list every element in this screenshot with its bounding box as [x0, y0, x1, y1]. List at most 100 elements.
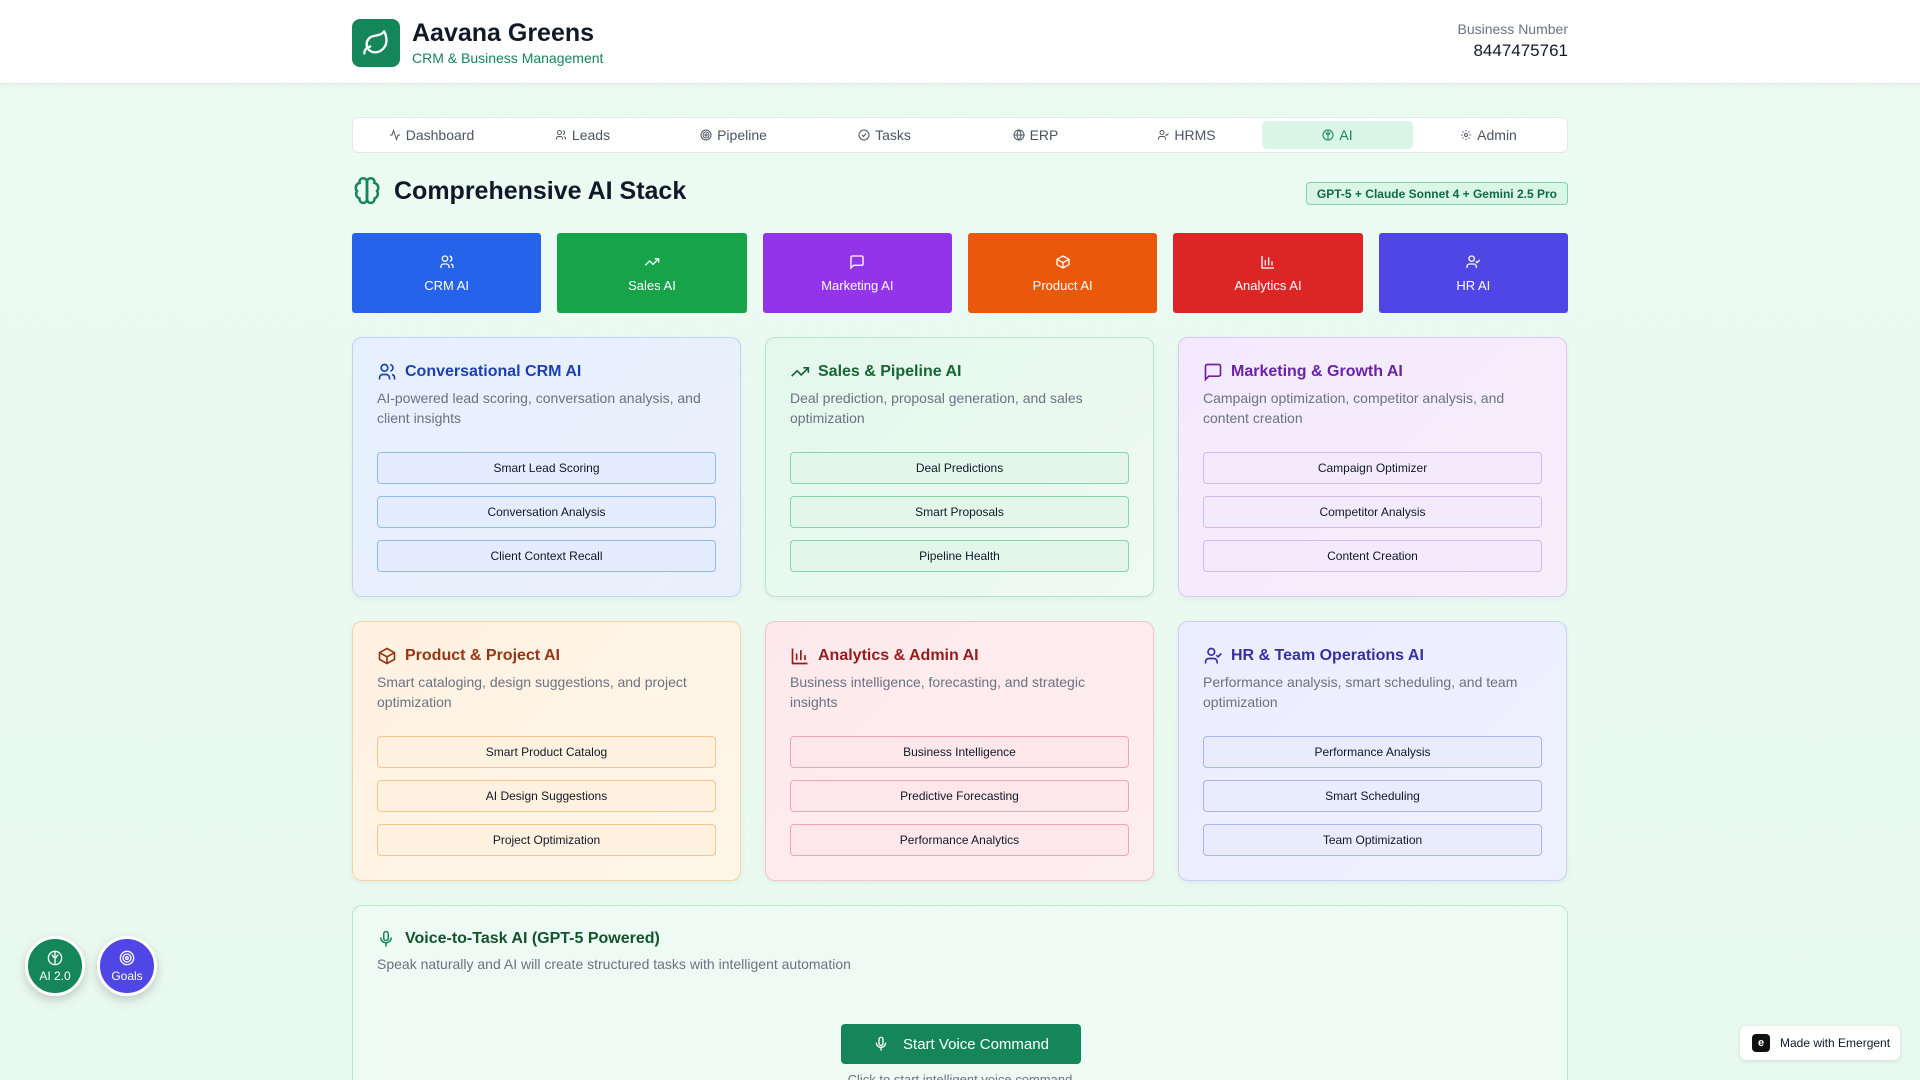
package-icon — [1055, 254, 1070, 269]
deal-predictions-button[interactable]: Deal Predictions — [790, 452, 1129, 484]
tab-dashboard[interactable]: Dashboard — [356, 121, 507, 149]
voice-title: Voice-to-Task AI (GPT-5 Powered) — [405, 930, 660, 947]
section-heading: Comprehensive AI Stack — [352, 176, 686, 206]
brand[interactable]: Aavana Greens CRM & Business Management — [352, 18, 603, 68]
page-title: Comprehensive AI Stack — [394, 176, 687, 205]
message-icon — [850, 254, 864, 270]
tile-label: Sales AI — [628, 277, 676, 293]
tab-label: Pipeline — [717, 127, 767, 143]
gear-icon — [1461, 130, 1472, 140]
tile-hr-ai[interactable]: HR AI — [1378, 233, 1568, 313]
made-with-emergent-badge[interactable]: e Made with Emergent — [1740, 1026, 1900, 1060]
tile-crm-ai[interactable]: CRM AI — [352, 233, 542, 313]
tab-leads[interactable]: Leads — [507, 121, 658, 149]
business-intelligence-button[interactable]: Business Intelligence — [790, 736, 1129, 768]
tab-label: Dashboard — [405, 127, 475, 143]
card-description: Performance analysis, smart scheduling, … — [1203, 674, 1518, 710]
tile-sales-ai[interactable]: Sales AI — [557, 233, 747, 313]
card-description: Campaign optimization, competitor analys… — [1203, 390, 1505, 426]
card-product-ai: Product & Project AI Smart cataloging, d… — [352, 621, 741, 881]
tile-marketing-ai[interactable]: Marketing AI — [762, 233, 952, 313]
card-description: Deal prediction, proposal generation, an… — [790, 390, 1083, 426]
message-icon — [1204, 363, 1222, 382]
tab-label: Admin — [1477, 127, 1517, 143]
voice-description: Speak naturally and AI will create struc… — [377, 956, 851, 972]
model-badge: GPT-5 + Claude Sonnet 4 + Gemini 2.5 Pro — [1305, 182, 1568, 205]
brain-icon — [354, 176, 380, 205]
brand-name: Aavana Greens — [412, 19, 595, 47]
tile-product-ai[interactable]: Product AI — [967, 233, 1158, 313]
smart-lead-scoring-button[interactable]: Smart Lead Scoring — [377, 452, 716, 484]
competitor-analysis-button[interactable]: Competitor Analysis — [1203, 496, 1542, 528]
tab-hrms[interactable]: HRMS — [1111, 121, 1262, 149]
card-title: Conversational CRM AI — [405, 363, 582, 380]
leaf-icon — [352, 19, 400, 67]
brain-icon — [47, 950, 63, 965]
card-title: Analytics & Admin AI — [818, 647, 979, 664]
microphone-icon — [875, 1036, 887, 1051]
user-icon — [1158, 130, 1170, 140]
smart-product-catalog-button[interactable]: Smart Product Catalog — [377, 736, 716, 768]
voice-button-label: Start Voice Command — [903, 1035, 1049, 1053]
made-with-label: Made with Emergent — [1780, 1036, 1891, 1050]
card-description: AI-powered lead scoring, conversation an… — [377, 390, 701, 426]
tab-label: Leads — [571, 127, 611, 143]
users-icon — [378, 363, 396, 380]
bar-chart-icon — [1261, 255, 1274, 269]
campaign-optimizer-button[interactable]: Campaign Optimizer — [1203, 452, 1542, 484]
tile-label: Product AI — [1032, 277, 1093, 293]
business-number-block: Business Number 8447475761 — [1458, 20, 1569, 64]
goals-button[interactable]: Goals — [97, 936, 157, 996]
smart-scheduling-button[interactable]: Smart Scheduling — [1203, 780, 1542, 812]
activity-icon — [389, 129, 400, 141]
performance-analysis-button[interactable]: Performance Analysis — [1203, 736, 1542, 768]
trending-up-icon — [791, 367, 810, 377]
fab-label: AI 2.0 — [39, 968, 71, 983]
card-title: HR & Team Operations AI — [1231, 647, 1424, 664]
tab-label: AI — [1339, 127, 1353, 143]
predictive-forecasting-button[interactable]: Predictive Forecasting — [790, 780, 1129, 812]
card-sales-ai: Sales & Pipeline AI Deal prediction, pro… — [765, 337, 1154, 597]
project-optimization-button[interactable]: Project Optimization — [377, 824, 716, 856]
content-creation-button[interactable]: Content Creation — [1203, 540, 1542, 572]
tab-ai[interactable]: AI — [1262, 121, 1413, 149]
tab-tasks[interactable]: Tasks — [809, 121, 960, 149]
tile-label: Analytics AI — [1234, 277, 1302, 293]
team-optimization-button[interactable]: Team Optimization — [1203, 824, 1542, 856]
performance-analytics-button[interactable]: Performance Analytics — [790, 824, 1129, 856]
card-hr-ai: HR & Team Operations AI Performance anal… — [1178, 621, 1567, 881]
card-title: Marketing & Growth AI — [1231, 363, 1403, 380]
card-analytics-ai: Analytics & Admin AI Business intelligen… — [765, 621, 1154, 881]
tile-analytics-ai[interactable]: Analytics AI — [1173, 233, 1363, 313]
pipeline-health-button[interactable]: Pipeline Health — [790, 540, 1129, 572]
tile-label: CRM AI — [424, 277, 470, 293]
voice-hint: Click to start intelligent voice command — [847, 1072, 1073, 1080]
target-icon — [119, 950, 135, 965]
ai-assistant-button[interactable]: AI 2.0 — [25, 936, 85, 996]
emergent-logo-icon: e — [1752, 1034, 1770, 1052]
package-icon — [378, 647, 396, 665]
tile-label: Marketing AI — [821, 277, 894, 293]
ai-module-cards: Conversational CRM AI AI-powered lead sc… — [352, 337, 1568, 881]
top-header: Aavana Greens CRM & Business Management … — [0, 0, 1920, 84]
conversation-analysis-button[interactable]: Conversation Analysis — [377, 496, 716, 528]
tab-admin[interactable]: Admin — [1413, 121, 1564, 149]
user-check-icon — [1204, 647, 1222, 664]
brand-subtitle: CRM & Business Management — [412, 50, 604, 66]
card-marketing-ai: Marketing & Growth AI Campaign optimizat… — [1178, 337, 1567, 597]
globe-icon — [1013, 129, 1025, 141]
main-nav: Dashboard Leads Pipeline Tasks ERP HRMS … — [352, 117, 1568, 153]
start-voice-command-button[interactable]: Start Voice Command — [841, 1024, 1081, 1064]
tab-label: HRMS — [1174, 127, 1216, 143]
target-icon — [700, 129, 712, 141]
smart-proposals-button[interactable]: Smart Proposals — [790, 496, 1129, 528]
card-description: Business intelligence, forecasting, and … — [790, 674, 1085, 710]
tab-pipeline[interactable]: Pipeline — [658, 121, 809, 149]
trending-up-icon — [644, 257, 660, 266]
ai-design-suggestions-button[interactable]: AI Design Suggestions — [377, 780, 716, 812]
check-circle-icon — [858, 129, 870, 141]
business-number-label: Business Number — [1457, 21, 1569, 37]
fab-label: Goals — [111, 968, 143, 983]
tab-erp[interactable]: ERP — [960, 121, 1111, 149]
client-context-recall-button[interactable]: Client Context Recall — [377, 540, 716, 572]
